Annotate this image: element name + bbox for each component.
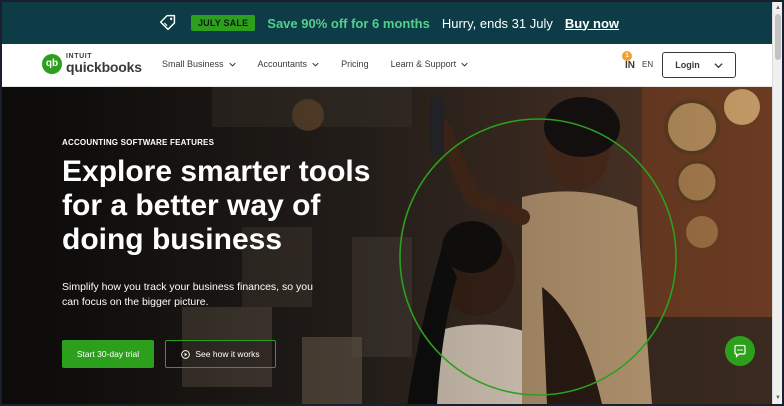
hero-title-line: for a better way of: [62, 189, 321, 222]
logo-quickbooks-text: quickbooks: [66, 59, 142, 75]
see-how-it-works-button[interactable]: See how it works: [165, 340, 276, 368]
promo-banner: JULY SALE Save 90% off for 6 months Hurr…: [2, 2, 774, 44]
hero-section: ACCOUNTING SOFTWARE FEATURES Explore sma…: [2, 87, 774, 404]
hero-title: Explore smarter tools for a better way o…: [62, 155, 402, 257]
hero-subtitle: Simplify how you track your business fin…: [62, 281, 313, 308]
sale-badge: JULY SALE: [190, 15, 256, 31]
promo-deadline: Hurry, ends 31 July: [441, 15, 553, 31]
promo-headline: Save 90% off for 6 months: [267, 15, 430, 31]
nav-item-label: Learn & Support: [390, 59, 457, 69]
price-tag-icon: [159, 14, 176, 31]
nav-item-label: Small Business: [162, 59, 224, 69]
nav-menu: Small Business Accountants Pricing Learn…: [162, 59, 468, 69]
chevron-down-icon: [228, 62, 236, 67]
buy-now-link[interactable]: Buy now: [565, 16, 619, 31]
login-label: Login: [675, 60, 700, 70]
start-trial-button[interactable]: Start 30-day trial: [62, 340, 154, 368]
nav-item-small-business[interactable]: Small Business: [162, 59, 236, 69]
scroll-up-arrow-icon[interactable]: ▲: [774, 4, 782, 12]
chat-bubble-icon: [734, 344, 746, 358]
chevron-down-icon: [312, 62, 319, 67]
scrollbar-thumb[interactable]: [775, 14, 781, 60]
play-circle-icon: [181, 349, 191, 359]
main-navigation: qb INTUIT quickbooks Small Business Acco…: [2, 44, 774, 87]
page-scrollbar[interactable]: ▲ ▼: [772, 2, 782, 404]
nav-item-label: Accountants: [257, 59, 308, 69]
login-button[interactable]: Login: [662, 52, 736, 78]
see-how-it-works-label: See how it works: [195, 349, 260, 359]
nav-item-label: Pricing: [341, 59, 369, 69]
browser-viewport: JULY SALE Save 90% off for 6 months Hurr…: [0, 0, 784, 406]
qb-logo-icon: qb: [42, 53, 62, 74]
nav-item-pricing[interactable]: Pricing: [341, 59, 369, 69]
chevron-down-icon: [714, 62, 723, 68]
country-selector[interactable]: 1 IN: [622, 51, 635, 71]
quickbooks-logo[interactable]: qb INTUIT quickbooks: [42, 53, 142, 74]
chat-button[interactable]: [725, 336, 755, 366]
country-code: IN: [625, 60, 635, 71]
nav-item-accountants[interactable]: Accountants: [258, 59, 320, 69]
chevron-down-icon: [461, 62, 468, 67]
country-notification-badge: 1: [622, 51, 632, 61]
hero-title-line: Explore smarter tools: [62, 155, 371, 188]
hero-eyebrow: ACCOUNTING SOFTWARE FEATURES: [62, 138, 215, 147]
scroll-down-arrow-icon[interactable]: ▼: [774, 394, 782, 402]
hero-title-line: doing business: [62, 223, 283, 256]
start-trial-label: Start 30-day trial: [76, 349, 140, 359]
nav-item-learn-support[interactable]: Learn & Support: [391, 59, 469, 69]
language-selector[interactable]: EN: [642, 60, 653, 69]
